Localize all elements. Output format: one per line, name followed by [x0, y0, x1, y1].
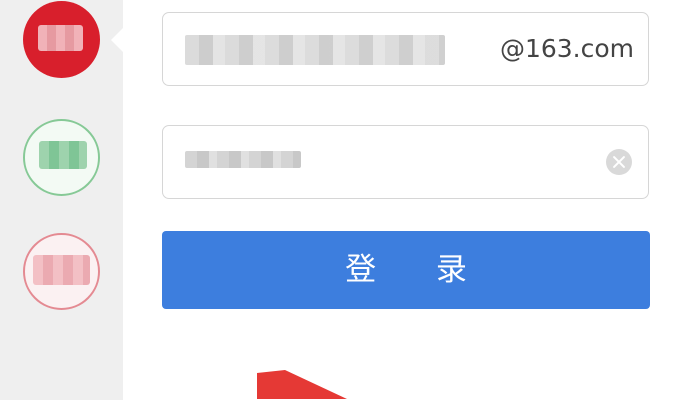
blurred-account-label	[38, 25, 83, 51]
email-field[interactable]: @163.com	[162, 12, 649, 86]
login-button[interactable]: 登 录	[162, 231, 650, 309]
blurred-account-label	[39, 141, 87, 169]
blurred-account-label	[33, 255, 90, 285]
account-circle-126[interactable]	[23, 119, 100, 196]
active-account-pointer	[111, 27, 124, 53]
password-field[interactable]	[162, 125, 649, 199]
email-value-obscured	[185, 35, 445, 65]
red-arrow-icon	[257, 370, 347, 399]
account-sidebar	[0, 0, 124, 400]
login-screen: @163.com 登 录	[0, 0, 686, 400]
email-domain-suffix: @163.com	[499, 34, 634, 63]
clear-icon[interactable]	[606, 149, 632, 175]
account-circle-163[interactable]	[23, 1, 100, 78]
password-value-obscured	[185, 151, 301, 168]
login-button-label: 登 录	[345, 251, 492, 288]
account-circle-yeah[interactable]	[23, 233, 100, 310]
